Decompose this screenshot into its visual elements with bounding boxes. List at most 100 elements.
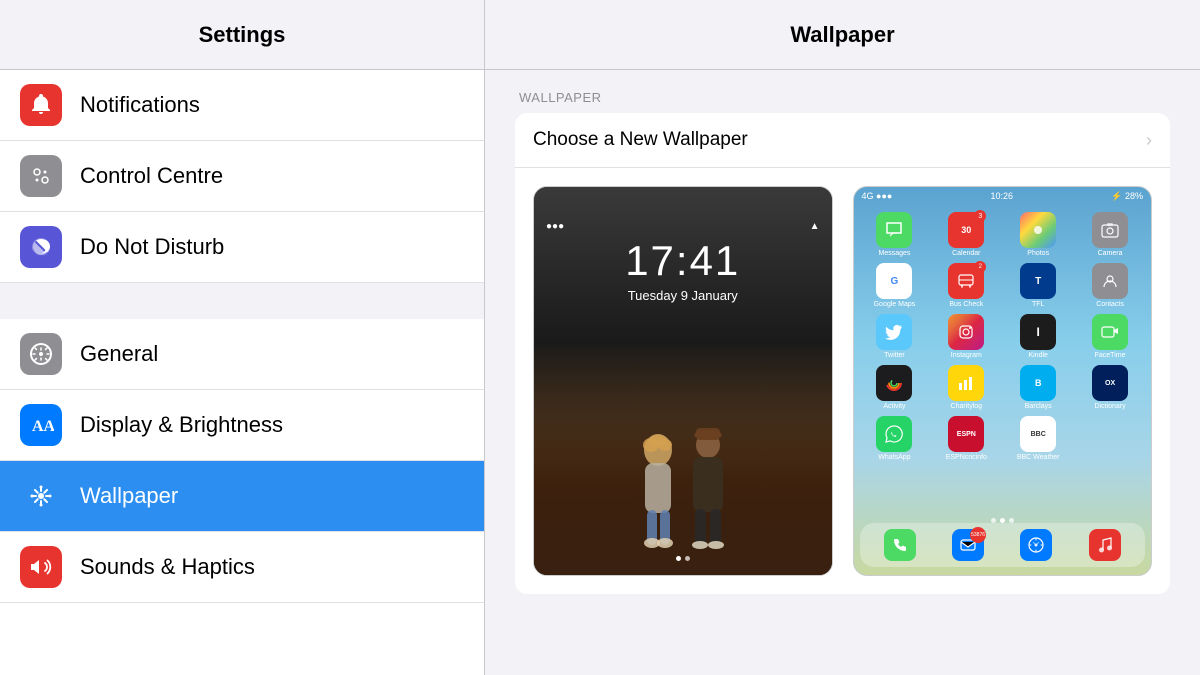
- display-icon: AA: [28, 412, 54, 438]
- messages-label: Messages: [878, 250, 910, 257]
- photos-app-icon: [1020, 212, 1056, 248]
- dictionary-app-icon: OX: [1092, 365, 1128, 401]
- mail-dock-icon: 53876: [952, 529, 984, 561]
- lock-screen-dots: [534, 556, 832, 561]
- espn-app-icon: ESPN: [948, 416, 984, 452]
- app-cell-calendar: 30 3 Calendar: [933, 212, 999, 257]
- wallpaper-section-label: WALLPAPER: [515, 90, 1170, 105]
- photos-label: Photos: [1027, 250, 1049, 257]
- control-centre-label: Control Centre: [80, 163, 223, 189]
- barclays-app-icon: B: [1020, 365, 1056, 401]
- control-centre-icon: [28, 163, 54, 189]
- dictionary-label: Dictionary: [1095, 403, 1126, 410]
- sidebar-item-general[interactable]: General: [0, 319, 484, 390]
- twitter-app-icon: [876, 314, 912, 350]
- wallpaper-card: Choose a New Wallpaper › ●●● ▲ 17:41: [515, 113, 1170, 594]
- lock-screen-preview[interactable]: ●●● ▲ 17:41 Tuesday 9 January: [533, 186, 833, 576]
- music-dock-icon: [1089, 529, 1121, 561]
- display-icon-bg: AA: [20, 404, 62, 446]
- sidebar-item-wallpaper[interactable]: Wallpaper: [0, 461, 484, 532]
- bus-app-icon: 2: [948, 263, 984, 299]
- sidebar-title: Settings: [199, 22, 286, 48]
- barclays-label: Barclays: [1025, 403, 1052, 410]
- sidebar-item-do-not-disturb[interactable]: Do Not Disturb: [0, 212, 484, 283]
- main-body: WALLPAPER Choose a New Wallpaper › ●●● ▲: [485, 70, 1200, 675]
- general-icon-bg: [20, 333, 62, 375]
- app-cell-camera: Camera: [1077, 212, 1143, 257]
- dot-1: [676, 556, 681, 561]
- bbc-weather-label: BBC Weather: [1017, 454, 1060, 461]
- gmaps-label: Google Maps: [874, 301, 916, 308]
- app-cell-espn: ESPN ESPNcricinfo: [933, 416, 999, 461]
- lock-screen-overlay: ●●● ▲ 17:41 Tuesday 9 January: [534, 217, 832, 303]
- children-silhouette: [593, 365, 773, 565]
- charitylog-app-icon: [948, 365, 984, 401]
- app-cell-photos: Photos: [1005, 212, 1071, 257]
- app-cell-empty: [1077, 416, 1143, 461]
- sidebar-group-2: General AA Display & Brightness: [0, 319, 484, 603]
- sidebar-item-display-brightness[interactable]: AA Display & Brightness: [0, 390, 484, 461]
- activity-app-icon: [876, 365, 912, 401]
- home-screen-preview[interactable]: 4G ●●● 10:26 ⚡ 28% Messages: [853, 186, 1153, 576]
- app-cell-activity: Activity: [862, 365, 928, 410]
- facetime-label: FaceTime: [1095, 352, 1126, 359]
- calendar-app-icon: 30 3: [948, 212, 984, 248]
- app-cell-twitter: Twitter: [862, 314, 928, 359]
- app-cell-charitylog: Charitylog: [933, 365, 999, 410]
- dock-mail: 53876: [952, 529, 984, 561]
- notifications-icon: [28, 92, 54, 118]
- gmaps-app-icon: G: [876, 263, 912, 299]
- sidebar-group-1: Notifications Control Centre: [0, 70, 484, 283]
- notifications-label: Notifications: [80, 92, 200, 118]
- app-cell-bbc-weather: BBC BBC Weather: [1005, 416, 1071, 461]
- app-cell-dictionary: OX Dictionary: [1077, 365, 1143, 410]
- calendar-badge: 3: [974, 210, 986, 222]
- sidebar-item-control-centre[interactable]: Control Centre: [0, 141, 484, 212]
- tfl-app-icon: T: [1020, 263, 1056, 299]
- lock-status-bar: ●●● ▲: [534, 217, 832, 236]
- instagram-app-icon: [948, 314, 984, 350]
- app-cell-facetime: FaceTime: [1077, 314, 1143, 359]
- sounds-haptics-label: Sounds & Haptics: [80, 554, 255, 580]
- safari-dock-icon: [1020, 529, 1052, 561]
- home-status-bar: 4G ●●● 10:26 ⚡ 28%: [854, 187, 1152, 206]
- wallpaper-label: Wallpaper: [80, 483, 178, 509]
- facetime-app-icon: [1092, 314, 1128, 350]
- app-cell-tfl: T TFL: [1005, 263, 1071, 308]
- lock-signal: ●●●: [546, 221, 564, 232]
- lock-time: 17:41: [534, 240, 832, 282]
- bus-label: Bus Check: [949, 301, 983, 308]
- sidebar-item-notifications[interactable]: Notifications: [0, 70, 484, 141]
- sounds-icon: [28, 554, 54, 580]
- mail-badge: 53876: [970, 527, 986, 543]
- general-icon: [28, 341, 54, 367]
- sidebar-item-sounds-haptics[interactable]: Sounds & Haptics: [0, 532, 484, 603]
- app-cell-whatsapp: WhatsApp: [862, 416, 928, 461]
- kindle-label: Kindle: [1028, 352, 1047, 359]
- twitter-label: Twitter: [884, 352, 905, 359]
- contacts-label: Contacts: [1096, 301, 1124, 308]
- home-signal: 4G ●●●: [862, 191, 893, 202]
- espn-label: ESPNcricinfo: [946, 454, 987, 461]
- home-battery: ⚡ 28%: [1111, 191, 1143, 202]
- sidebar-list: Notifications Control Centre: [0, 70, 484, 675]
- home-dock: 53876: [860, 523, 1146, 567]
- lock-wifi: ▲: [810, 221, 820, 232]
- main-content: Wallpaper WALLPAPER Choose a New Wallpap…: [485, 0, 1200, 675]
- kindle-app-icon: I: [1020, 314, 1056, 350]
- svg-text:AA: AA: [32, 418, 54, 435]
- app-cell-barclays: B Barclays: [1005, 365, 1071, 410]
- app-cell-contacts: Contacts: [1077, 263, 1143, 308]
- do-not-disturb-icon: [28, 234, 54, 260]
- calendar-label: Calendar: [952, 250, 980, 257]
- sidebar-divider-1: [0, 283, 484, 319]
- dock-safari: [1020, 529, 1052, 561]
- choose-wallpaper-row[interactable]: Choose a New Wallpaper ›: [515, 113, 1170, 168]
- tfl-label: TFL: [1032, 301, 1044, 308]
- general-label: General: [80, 341, 158, 367]
- display-label: Display & Brightness: [80, 412, 283, 438]
- app-cell-instagram: Instagram: [933, 314, 999, 359]
- app-cell-kindle: I Kindle: [1005, 314, 1071, 359]
- dot-2: [685, 556, 690, 561]
- phone-dock-icon: [884, 529, 916, 561]
